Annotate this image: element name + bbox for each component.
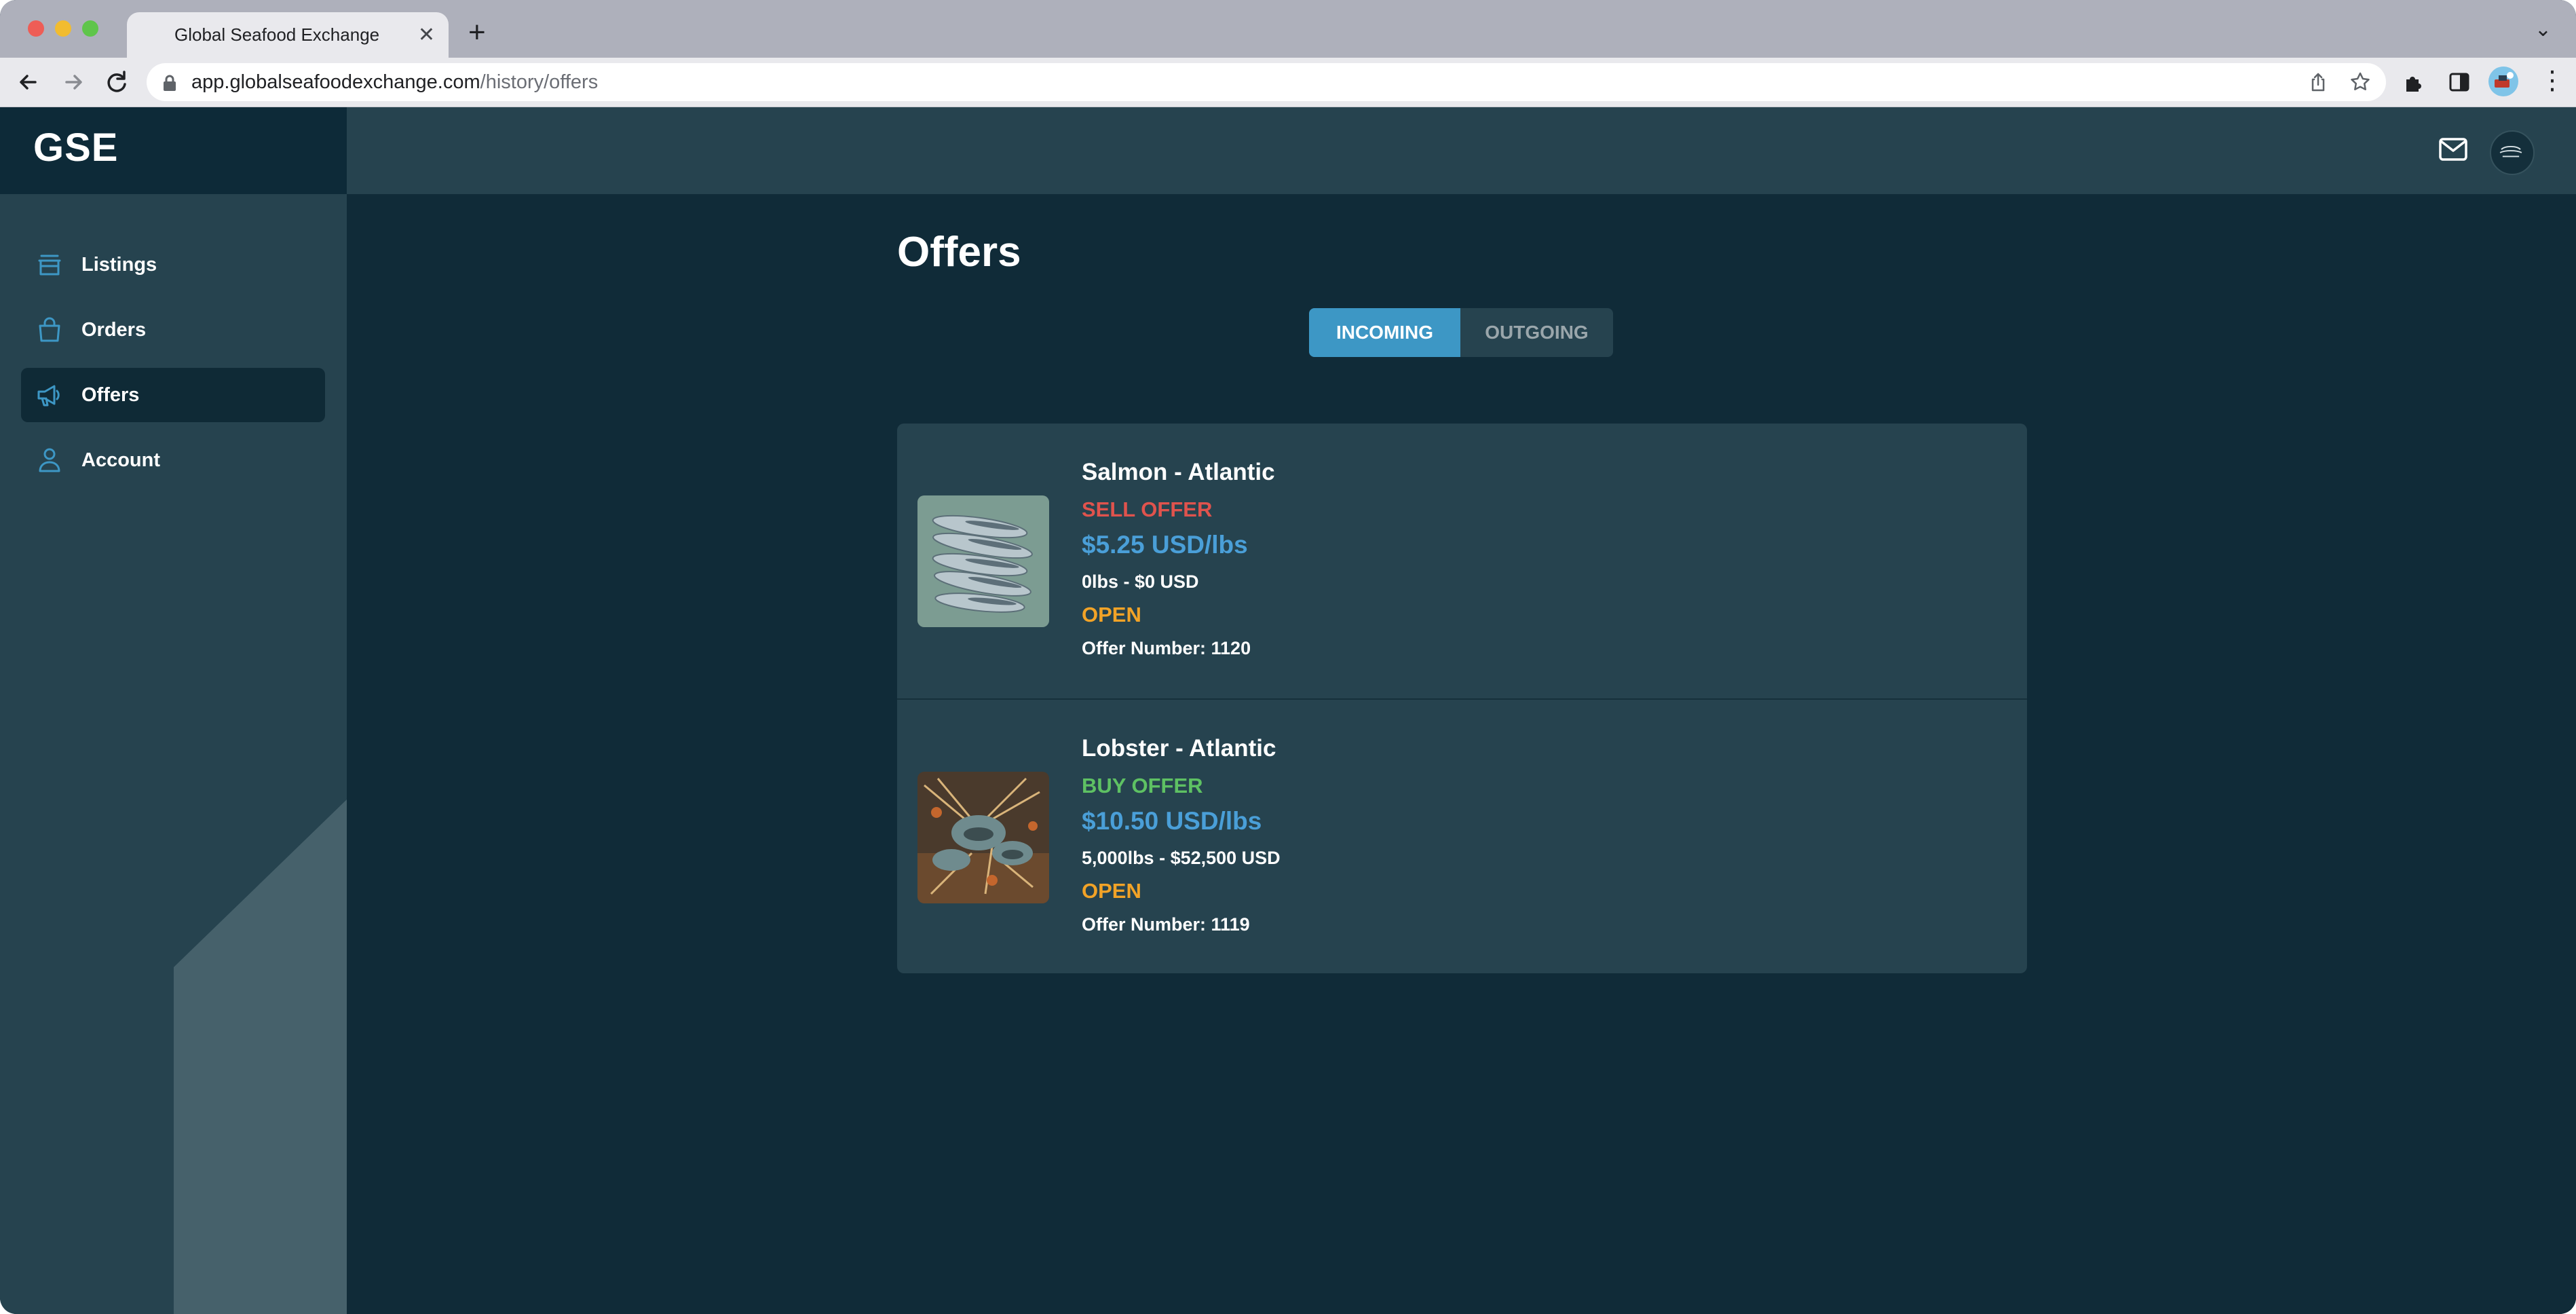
back-icon[interactable] [12,66,45,98]
user-icon [39,448,60,472]
tab-bar: Global Seafood Exchange ✕ + ⌄ [0,0,2576,58]
logo[interactable]: GSE [33,125,119,170]
top-bar [347,107,2576,195]
new-tab-button[interactable]: + [468,15,486,50]
address-bar[interactable]: app.globalseafoodexchange.com/history/of… [147,63,2386,101]
tab-incoming[interactable]: INCOMING [1309,308,1460,357]
offer-status: OPEN [1082,879,1141,903]
offer-item[interactable]: Lobster - Atlantic BUY OFFER $10.50 USD/… [897,698,2027,973]
maximize-window-button[interactable] [82,20,98,37]
offer-product-name: Salmon - Atlantic [1082,459,1275,485]
tab-title: Global Seafood Exchange [174,24,380,45]
salmon-image [917,495,1049,627]
url-host: app.globalseafoodexchange.com [191,71,480,93]
tab-outgoing[interactable]: OUTGOING [1460,308,1613,357]
lobster-image [917,772,1049,903]
offer-price: $10.50 USD/lbs [1082,807,1262,835]
url-text: app.globalseafoodexchange.com/history/of… [191,63,598,101]
offer-quantity-total: 0lbs - $0 USD [1082,571,1199,592]
sidebar: GSE Listings Orders Offers Account [0,107,347,1314]
more-menu-icon[interactable]: ⋮ [2539,66,2565,98]
browser-toolbar: app.globalseafoodexchange.com/history/of… [0,58,2576,107]
main-content: Offers INCOMING OUTGOING Salmon - Atlant… [347,194,2576,1314]
close-window-button[interactable] [28,20,44,37]
offer-quantity-total: 5,000lbs - $52,500 USD [1082,848,1281,868]
offer-type: SELL OFFER [1082,498,1213,521]
sidebar-item-label: Listings [81,254,157,276]
offers-list: Salmon - Atlantic SELL OFFER $5.25 USD/l… [897,424,2027,973]
side-panel-icon[interactable] [2447,70,2471,94]
profile-avatar-icon[interactable] [2488,66,2519,97]
offer-number: Offer Number: 1120 [1082,638,1251,658]
share-icon[interactable] [2307,71,2329,93]
lock-icon [164,75,176,91]
app: GSE Listings Orders Offers Account Offer… [0,107,2576,1314]
offer-status: OPEN [1082,603,1141,626]
offer-product-name: Lobster - Atlantic [1082,735,1276,762]
browser-window: Global Seafood Exchange ✕ + ⌄ app.global… [0,0,2576,1314]
reload-icon[interactable] [100,66,133,98]
brand-header: GSE [0,107,347,194]
browser-tab[interactable]: Global Seafood Exchange ✕ [127,12,449,58]
sidebar-item-orders[interactable]: Orders [21,303,325,357]
extensions-icon[interactable] [2402,70,2427,94]
sidebar-item-listings[interactable]: Listings [21,238,325,292]
sidebar-item-account[interactable]: Account [21,433,325,487]
offer-price: $5.25 USD/lbs [1082,531,1248,559]
shopping-bag-icon [39,317,60,342]
sidebar-item-label: Orders [81,319,147,341]
url-path: /history/offers [480,71,599,93]
sidebar-item-label: Offers [81,384,140,406]
offer-direction-toggle: INCOMING OUTGOING [1309,308,1613,357]
tab-search-icon[interactable]: ⌄ [2535,18,2552,41]
tab-close-icon[interactable]: ✕ [418,12,435,58]
mail-icon[interactable] [2438,137,2468,162]
avatar[interactable] [2490,130,2535,175]
megaphone-icon [37,385,60,407]
sidebar-item-label: Account [81,449,160,471]
page-title: Offers [897,229,1021,276]
sidebar-item-offers[interactable]: Offers [21,368,325,422]
company-logo-icon [2499,146,2522,157]
forward-icon[interactable] [57,66,90,98]
store-icon [38,255,61,276]
offer-type: BUY OFFER [1082,774,1203,797]
bookmark-star-icon[interactable] [2349,71,2371,93]
decorative-shape [174,800,347,1314]
offer-item[interactable]: Salmon - Atlantic SELL OFFER $5.25 USD/l… [897,424,2027,698]
offer-number: Offer Number: 1119 [1082,914,1250,935]
minimize-window-button[interactable] [55,20,71,37]
